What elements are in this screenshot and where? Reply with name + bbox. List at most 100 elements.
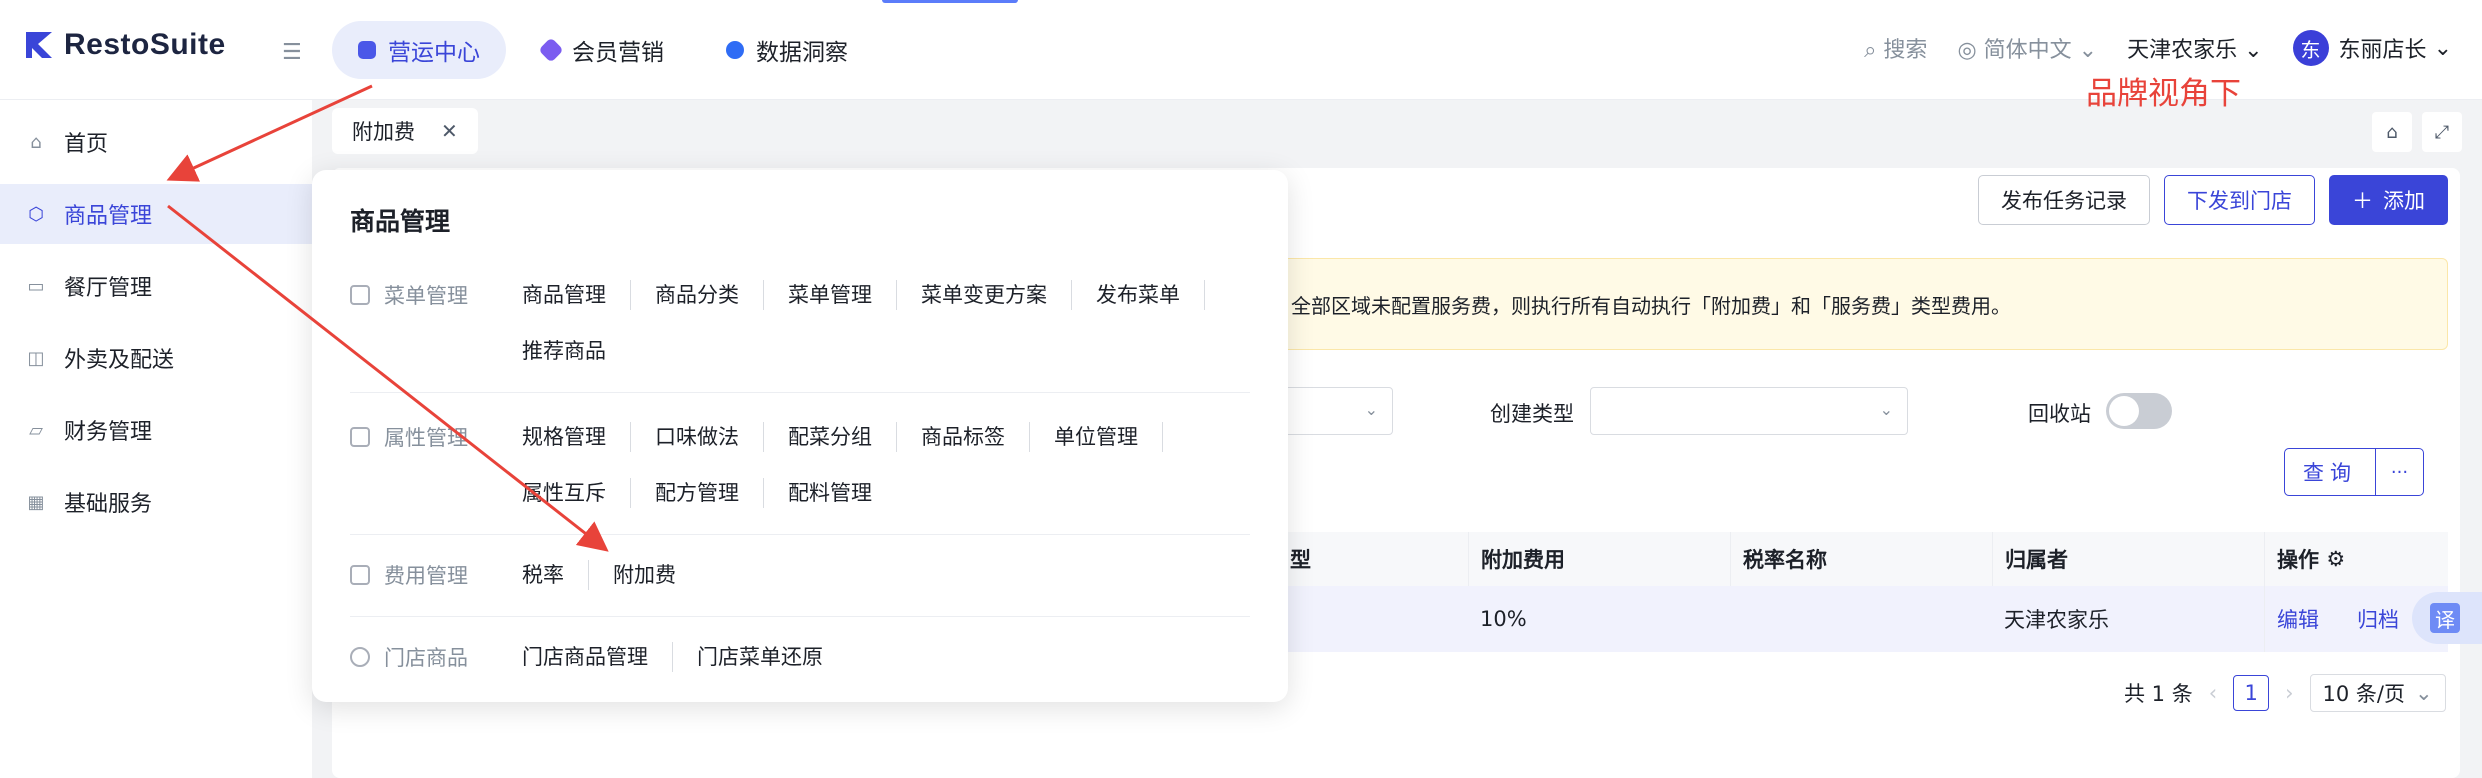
col-actions: 操作 ⚙ (2264, 532, 2448, 586)
module-tab-label: 会员营销 (572, 40, 664, 66)
link-attr-exclusive[interactable]: 属性互斥 (522, 478, 631, 508)
header-right: ⌕ 搜索 ◎ 简体中文 ⌄ 天津农家乐 ⌄ 东东丽店长 ⌄ (1864, 30, 2452, 66)
link-recipe[interactable]: 配方管理 (655, 478, 764, 508)
fee-icon (350, 565, 370, 585)
chevron-down-icon: ⌄ (1364, 400, 1378, 419)
sidebar-item-label: 财务管理 (64, 420, 153, 445)
sidebar-item-label: 外卖及配送 (64, 348, 175, 373)
fullscreen-icon[interactable]: ⤢ (2422, 112, 2462, 152)
store-select[interactable]: 天津农家乐 ⌄ (2127, 32, 2262, 64)
sidebar-item-products[interactable]: ⬡ 商品管理 (0, 184, 312, 244)
module-tab-insights[interactable]: 数据洞察 (700, 21, 874, 79)
group-label: 菜单管理 (350, 280, 468, 310)
page-size-select[interactable]: 10 条/页 ⌄ (2309, 674, 2446, 712)
sidebar-item-home[interactable]: ⌂ 首页 (0, 112, 312, 172)
store-label: 天津农家乐 (2127, 38, 2238, 63)
recycle-toggle[interactable] (2106, 393, 2172, 429)
link-menu-change-plan[interactable]: 菜单变更方案 (921, 280, 1072, 310)
page-number[interactable]: 1 (2233, 675, 2270, 711)
next-page-icon[interactable]: › (2285, 681, 2293, 705)
app-root: RestoSuite ☰ 营运中心 会员营销 数据洞察 ⌕ 搜索 ◎ 简体中文 … (0, 0, 2482, 778)
language-label: 简体中文 (1983, 38, 2072, 63)
bag-icon: ◫ (27, 347, 45, 369)
folder-icon: ▱ (29, 419, 43, 441)
sidebar-item-basic[interactable]: ▦ 基础服务 (0, 472, 312, 532)
link-tax-rate[interactable]: 税率 (522, 560, 589, 590)
attribute-icon (350, 427, 370, 447)
corner-tools: ⌂ ⤢ (2372, 112, 2462, 152)
module-tab-label: 营运中心 (388, 40, 480, 66)
publish-log-button[interactable]: 发布任务记录 (1978, 175, 2150, 225)
query-button[interactable]: 查询 (2285, 449, 2375, 495)
chevron-down-icon: ⌄ (1879, 400, 1893, 419)
home-icon: ⌂ (30, 131, 42, 153)
link-product-category[interactable]: 商品分类 (655, 280, 764, 310)
col-owner: 归属者 (1992, 532, 2264, 586)
sidebar-item-restaurant[interactable]: ▭ 餐厅管理 (0, 256, 312, 316)
link-product-mgmt[interactable]: 商品管理 (522, 280, 631, 310)
more-button[interactable]: ··· (2375, 449, 2423, 495)
home-shortcut-icon[interactable]: ⌂ (2372, 112, 2412, 152)
link-menu-mgmt[interactable]: 菜单管理 (788, 280, 897, 310)
sidebar-item-label: 商品管理 (64, 204, 153, 229)
create-type-select[interactable]: ⌄ (1590, 387, 1908, 435)
module-tab-operations[interactable]: 营运中心 (332, 21, 506, 79)
link-store-menu-restore[interactable]: 门店菜单还原 (697, 642, 847, 672)
group-links: 规格管理 口味做法 配菜分组 商品标签 单位管理 属性互斥 配方管理 配料管理 (522, 422, 1242, 508)
chevron-down-icon: ⌄ (2244, 38, 2263, 63)
gear-icon[interactable]: ⚙ (2326, 547, 2345, 571)
close-icon[interactable]: ✕ (441, 119, 458, 143)
group-label: 属性管理 (350, 422, 468, 452)
sidebar-item-finance[interactable]: ▱ 财务管理 (0, 400, 312, 460)
chevron-down-icon: ⌄ (2433, 35, 2452, 61)
store-product-icon (350, 647, 370, 667)
sidebar-item-delivery[interactable]: ◫ 外卖及配送 (0, 328, 312, 388)
product-mega-menu: 商品管理 菜单管理 商品管理 商品分类 菜单管理 菜单变更方案 发布菜单 推荐商… (312, 170, 1288, 702)
add-button[interactable]: ＋ 添加 (2329, 175, 2448, 225)
group-label-text: 门店商品 (384, 646, 468, 670)
link-ingredient[interactable]: 配料管理 (788, 478, 896, 508)
link-side-group[interactable]: 配菜分组 (788, 422, 897, 452)
table-row: 10% 天津农家乐 编辑 归档 (1230, 586, 2448, 652)
sidebar-item-label: 首页 (64, 132, 109, 157)
module-tab-membership[interactable]: 会员营销 (516, 21, 690, 79)
menu-doc-icon (350, 285, 370, 305)
page-size-label: 10 条/页 (2322, 682, 2406, 706)
link-publish-menu[interactable]: 发布菜单 (1096, 280, 1205, 310)
query-button-group: 查询 ··· (2284, 448, 2424, 496)
page-tabs: 附加费 ✕ (332, 108, 478, 154)
collapse-menu-icon[interactable]: ☰ (282, 40, 302, 65)
tab-surcharge[interactable]: 附加费 ✕ (332, 108, 478, 154)
user-menu[interactable]: 东东丽店长 ⌄ (2292, 30, 2452, 66)
link-unit[interactable]: 单位管理 (1054, 422, 1163, 452)
dispatch-button[interactable]: 下发到门店 (2164, 175, 2315, 225)
link-product-tag[interactable]: 商品标签 (921, 422, 1030, 452)
link-flavor[interactable]: 口味做法 (655, 422, 764, 452)
group-label-text: 属性管理 (384, 426, 468, 450)
translate-widget[interactable]: 译 (2412, 592, 2482, 644)
user-name: 东丽店长 (2338, 38, 2427, 63)
notice-text: 全部区域未配置服务费，则执行所有自动执行「附加费」和「服务费」类型费用。 (1291, 293, 2011, 318)
search-button[interactable]: ⌕ 搜索 (1864, 32, 1927, 64)
edit-link[interactable]: 编辑 (2277, 604, 2319, 634)
link-recommended[interactable]: 推荐商品 (522, 336, 630, 366)
link-surcharge[interactable]: 附加费 (613, 560, 700, 590)
prev-page-icon[interactable]: ‹ (2209, 681, 2217, 705)
divider (350, 616, 1250, 617)
ghost-tab-indicator (882, 0, 1018, 3)
archive-link[interactable]: 归档 (2357, 604, 2399, 634)
group-links: 税率 附加费 (522, 560, 1242, 590)
divider (350, 534, 1250, 535)
link-store-product-mgmt[interactable]: 门店商品管理 (522, 642, 673, 672)
language-select[interactable]: ◎ 简体中文 ⌄ (1957, 32, 2097, 64)
link-spec[interactable]: 规格管理 (522, 422, 631, 452)
chevron-down-icon: ⌄ (2078, 38, 2098, 63)
group-label: 门店商品 (350, 642, 468, 672)
notice-banner: 全部区域未配置服务费，则执行所有自动执行「附加费」和「服务费」类型费用。 (1230, 258, 2448, 350)
logo[interactable]: RestoSuite (24, 28, 226, 62)
sidebar: ⌂ 首页 ⬡ 商品管理 ▭ 餐厅管理 ◫ 外卖及配送 ▱ 财务管理 ▦ 基础服务 (0, 100, 312, 778)
group-links: 门店商品管理 门店菜单还原 (522, 642, 1242, 672)
box-icon: ⬡ (28, 203, 44, 225)
membership-icon (538, 37, 564, 63)
annotation-brand-view: 品牌视角下 (2086, 76, 2241, 112)
